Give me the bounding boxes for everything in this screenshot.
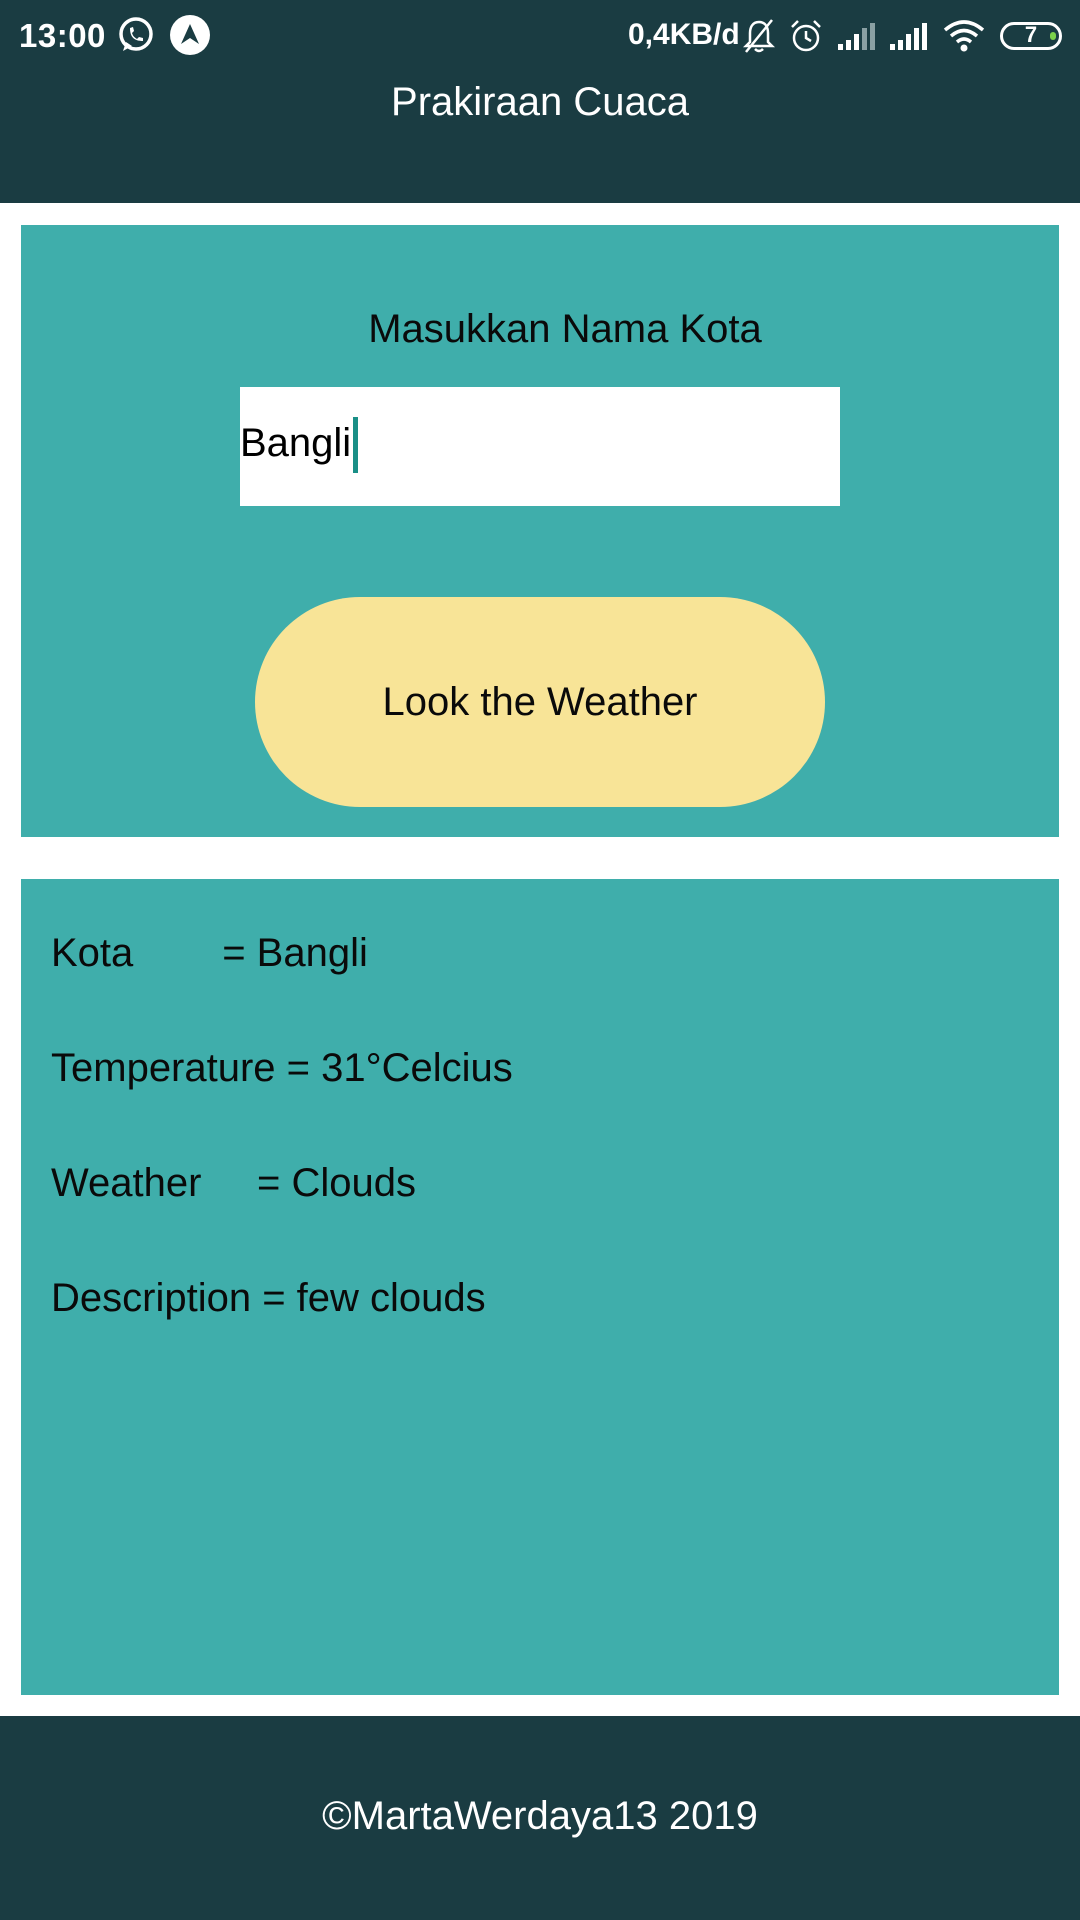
page-title: Prakiraan Cuaca [391, 80, 689, 124]
result-temperature: Temperature = 31°Celcius [51, 1046, 513, 1090]
look-weather-button[interactable]: Look the Weather [255, 597, 825, 807]
app-header: 13:00 0,4KB/d 7 Prakiraan Cuaca [0, 0, 1080, 203]
whatsapp-icon [119, 17, 153, 51]
city-input-label: Masukkan Nama Kota [368, 307, 762, 351]
mute-icon [742, 19, 776, 53]
navigation-icon [170, 15, 210, 55]
battery-icon: 7 [1000, 22, 1062, 50]
text-cursor [353, 417, 358, 473]
signal-icon [838, 23, 875, 50]
status-bar: 13:00 0,4KB/d 7 [0, 0, 1080, 72]
search-card: Masukkan Nama Kota Bangli Look the Weath… [21, 225, 1059, 837]
signal-icon [890, 23, 927, 50]
battery-charge-indicator [1050, 32, 1056, 40]
alarm-icon [791, 20, 821, 52]
wifi-icon [943, 20, 985, 52]
footer-copyright: ©MartaWerdaya13 2019 [322, 1794, 758, 1838]
city-input-value: Bangli [240, 421, 352, 465]
result-weather: Weather = Clouds [51, 1161, 416, 1205]
result-city: Kota = Bangli [51, 931, 368, 975]
city-input[interactable]: Bangli [240, 387, 840, 506]
footer: ©MartaWerdaya13 2019 [0, 1716, 1080, 1920]
network-speed: 0,4KB/d [628, 18, 740, 51]
status-time: 13:00 [19, 17, 106, 54]
result-description: Description = few clouds [51, 1276, 486, 1320]
result-card: Kota = Bangli Temperature = 31°Celcius W… [21, 879, 1059, 1695]
